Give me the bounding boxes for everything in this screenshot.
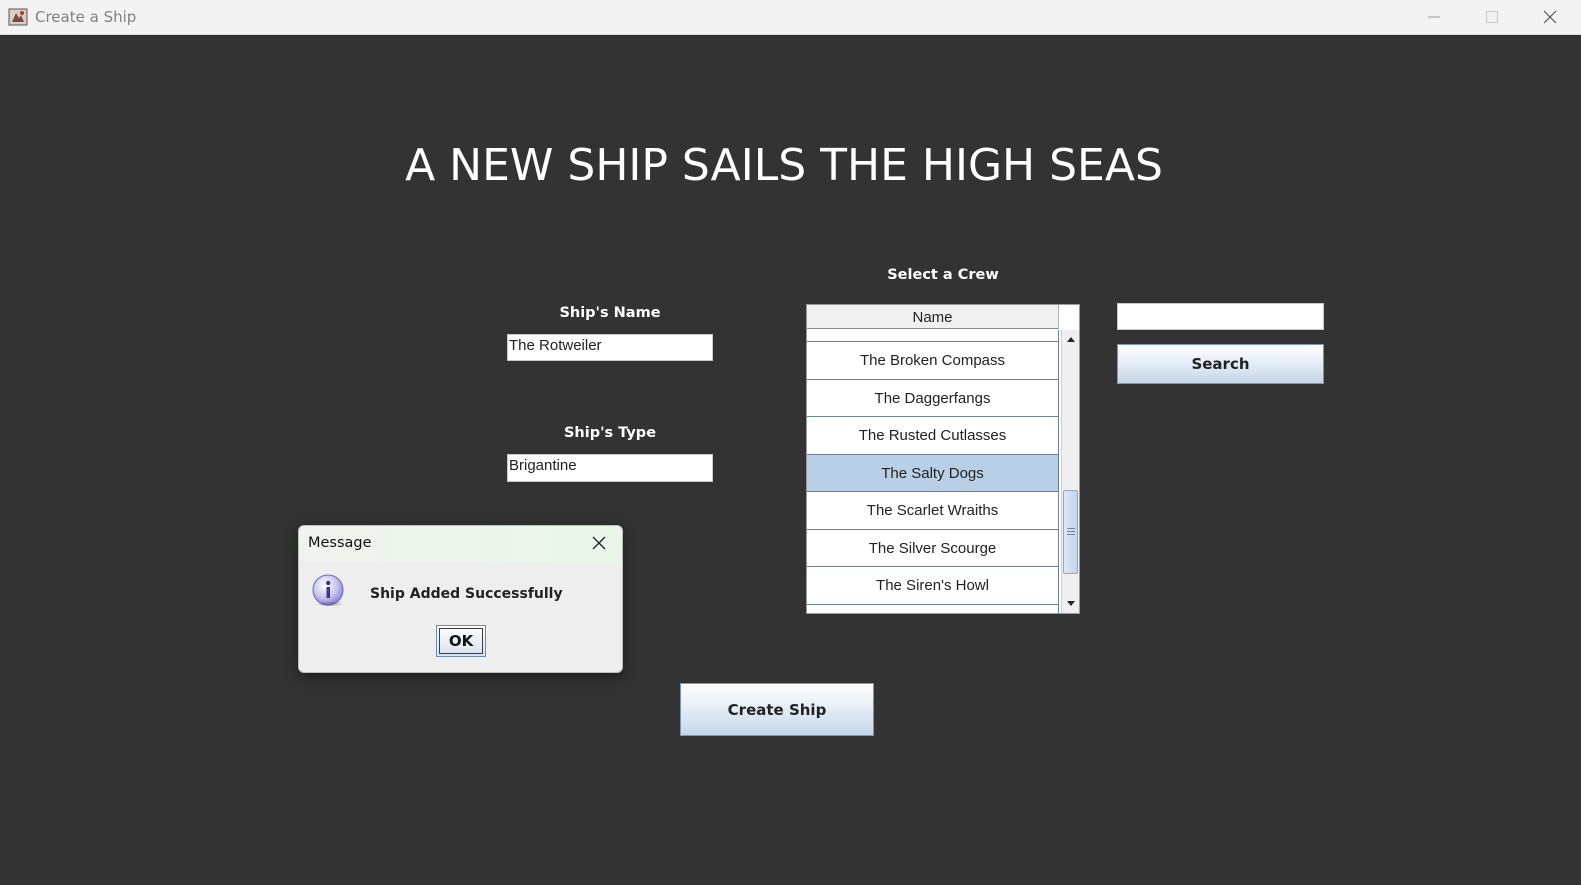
crew-row[interactable]: The Salty Dogs — [807, 454, 1059, 492]
close-icon — [1543, 10, 1557, 24]
crew-table-body: The Broken Compass The Daggerfangs The Rus… — [807, 342, 1059, 605]
message-dialog: Message Ship Added Successfully OK — [298, 525, 623, 673]
ship-name-label: Ship's Name — [559, 305, 661, 321]
dialog-titlebar: Message — [299, 526, 622, 562]
search-button[interactable]: Search — [1117, 344, 1324, 384]
crew-row[interactable]: The Broken Compass — [807, 342, 1059, 380]
crew-label: Select a Crew — [887, 267, 999, 283]
window-title: Create a Ship — [35, 8, 137, 26]
app-icon — [8, 7, 28, 27]
vertical-scrollbar[interactable] — [1061, 330, 1079, 613]
create-ship-button[interactable]: Create Ship — [680, 683, 874, 736]
window-titlebar: Create a Ship — [0, 0, 1581, 35]
crew-row[interactable]: The Siren's Howl — [807, 567, 1059, 605]
ok-button[interactable]: OK — [436, 625, 486, 657]
partial-row — [807, 603, 1059, 613]
page-title: A NEW SHIP SAILS THE HIGH SEAS — [405, 140, 1163, 191]
minimize-icon — [1428, 16, 1440, 18]
search-input[interactable] — [1117, 303, 1324, 330]
dialog-title: Message — [308, 535, 372, 551]
crew-row[interactable]: The Silver Scourge — [807, 529, 1059, 567]
crew-table[interactable]: Name The Broken Compass The Daggerfangs Th… — [806, 304, 1080, 614]
column-header-name[interactable]: Name — [807, 305, 1059, 329]
close-icon[interactable] — [591, 535, 607, 551]
maximize-button[interactable] — [1463, 0, 1521, 34]
crew-row[interactable]: The Scarlet Wraiths — [807, 492, 1059, 530]
partial-row — [807, 330, 1059, 342]
scroll-up-icon[interactable] — [1065, 334, 1077, 344]
dialog-message: Ship Added Successfully — [370, 586, 563, 602]
maximize-icon — [1486, 11, 1498, 23]
scroll-down-icon[interactable] — [1065, 599, 1077, 609]
close-window-button[interactable] — [1521, 0, 1579, 34]
crew-row[interactable]: The Daggerfangs — [807, 379, 1059, 417]
ship-type-label: Ship's Type — [563, 425, 657, 441]
ship-name-field[interactable]: The Rotweiler — [507, 334, 713, 361]
info-icon — [312, 574, 344, 606]
scrollbar-thumb[interactable] — [1063, 490, 1078, 574]
crew-row[interactable]: The Rusted Cutlasses — [807, 417, 1059, 455]
minimize-button[interactable] — [1405, 0, 1463, 34]
ship-type-field[interactable]: Brigantine — [507, 454, 713, 482]
